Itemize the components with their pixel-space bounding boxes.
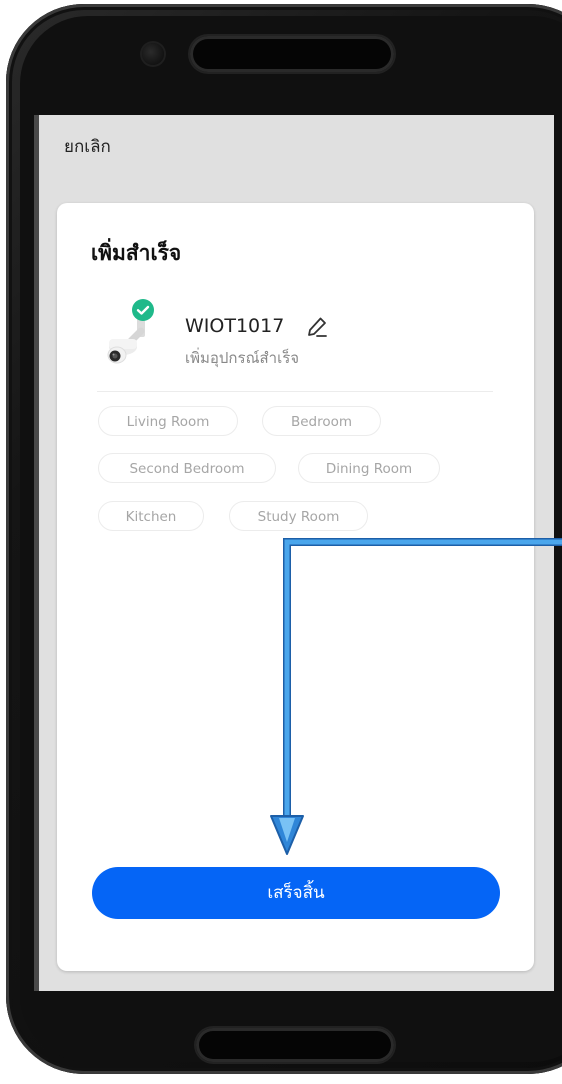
room-chip-living-room[interactable]: Living Room [98, 406, 238, 436]
page-title: เพิ่มสำเร็จ [91, 241, 182, 265]
front-camera [142, 43, 164, 65]
bottom-speaker [196, 1028, 394, 1062]
device-name: WIOT1017 [185, 315, 285, 337]
room-chip-dining-room[interactable]: Dining Room [298, 453, 440, 483]
cancel-button[interactable]: ยกเลิก [64, 133, 111, 160]
success-card: เพิ่มสำเร็จ WIOT1017 เพิ่มอุปกรณ์สำเร็จ … [57, 203, 534, 971]
room-chip-bedroom[interactable]: Bedroom [262, 406, 381, 436]
device-status: เพิ่มอุปกรณ์สำเร็จ [185, 349, 300, 367]
done-button[interactable]: เสร็จสิ้น [92, 867, 500, 919]
pencil-icon[interactable] [305, 315, 329, 339]
room-chip-study-room[interactable]: Study Room [229, 501, 368, 531]
check-badge-icon [132, 299, 154, 321]
top-speaker [190, 36, 394, 72]
room-chip-second-bedroom[interactable]: Second Bedroom [98, 453, 276, 483]
device-row: WIOT1017 เพิ่มอุปกรณ์สำเร็จ [97, 299, 497, 373]
app-screen: ยกเลิก เพิ่มสำเร็จ WIOT1017 เพิ่มอุปกรณ์… [34, 115, 554, 991]
room-chip-kitchen[interactable]: Kitchen [98, 501, 204, 531]
divider [97, 391, 493, 392]
stage: ยกเลิก เพิ่มสำเร็จ WIOT1017 เพิ่มอุปกรณ์… [0, 0, 562, 1084]
